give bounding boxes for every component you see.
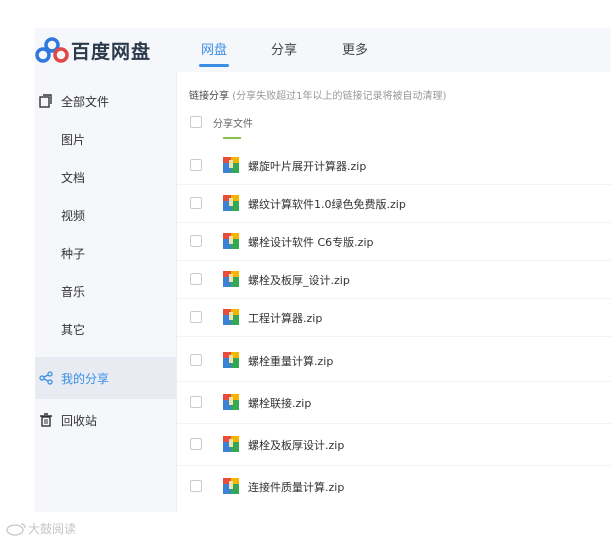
select-all-checkbox[interactable]: [190, 116, 202, 128]
file-list-panel: 链接分享 (分享失败超过1年以上的链接记录将被自动清理) 分享文件 螺旋叶片展开…: [176, 72, 611, 512]
row-checkbox[interactable]: [190, 273, 202, 285]
row-checkbox[interactable]: [190, 438, 202, 450]
file-name[interactable]: 工程计算器.zip: [248, 310, 322, 326]
share-icon: [39, 371, 53, 385]
sidebar: 全部文件 图片 文档 视频 种子 音乐 其它 我的分享 回收站: [35, 72, 176, 512]
sidebar-item-label: 音乐: [61, 284, 86, 299]
sidebar-item-images[interactable]: 图片: [35, 121, 176, 157]
folder-icon: [39, 94, 52, 108]
sidebar-item-label: 文档: [61, 170, 86, 185]
sidebar-item-videos[interactable]: 视频: [35, 197, 176, 233]
table-row[interactable]: 螺栓设计软件 C6专版.zip: [177, 222, 611, 261]
file-name[interactable]: 螺纹计算软件1.0绿色免费版.zip: [248, 196, 406, 212]
column-header-share-file: 分享文件: [213, 119, 253, 130]
row-checkbox[interactable]: [190, 354, 202, 366]
sidebar-item-other[interactable]: 其它: [35, 311, 176, 347]
watermark: 大鼓阅读: [6, 520, 76, 537]
watermark-text: 大鼓阅读: [28, 522, 77, 536]
table-row[interactable]: 螺栓及板厚_设计.zip: [177, 260, 611, 299]
table-row[interactable]: 工程计算器.zip: [177, 298, 611, 337]
sidebar-item-recycle-bin[interactable]: 回收站: [35, 402, 176, 438]
file-name[interactable]: 连接件质量计算.zip: [248, 479, 344, 495]
sidebar-item-my-share[interactable]: 我的分享: [35, 357, 176, 399]
zip-file-icon: [223, 309, 239, 325]
sidebar-item-music[interactable]: 音乐: [35, 273, 176, 309]
file-name[interactable]: 螺栓联接.zip: [248, 395, 311, 411]
tab-more[interactable]: 更多: [342, 39, 368, 58]
table-row[interactable]: 螺栓重量计算.zip: [177, 339, 611, 382]
zip-file-icon: [223, 436, 239, 452]
row-checkbox[interactable]: [190, 480, 202, 492]
file-name[interactable]: 螺栓重量计算.zip: [248, 353, 333, 369]
sidebar-item-all-files[interactable]: 全部文件: [35, 83, 176, 119]
table-row[interactable]: 螺栓联接.zip: [177, 381, 611, 424]
row-checkbox[interactable]: [190, 197, 202, 209]
table-row[interactable]: 连接件质量计算.zip: [177, 465, 611, 507]
zip-file-icon: [223, 195, 239, 211]
breadcrumb-title: 链接分享: [189, 91, 229, 102]
weibo-icon: [6, 522, 26, 536]
zip-file-icon: [223, 478, 239, 494]
breadcrumb: 链接分享 (分享失败超过1年以上的链接记录将被自动清理): [189, 87, 446, 102]
file-name[interactable]: 螺栓及板厚_设计.zip: [248, 272, 350, 288]
sidebar-item-label: 图片: [61, 132, 86, 147]
tab-share[interactable]: 分享: [271, 39, 297, 58]
sidebar-item-label: 其它: [61, 322, 86, 337]
sidebar-item-documents[interactable]: 文档: [35, 159, 176, 195]
sidebar-item-label: 回收站: [61, 413, 98, 428]
netdisk-window: 百度网盘 网盘 分享 更多 全部文件 图片 文档 视频 种子 音乐 其它 我的分…: [35, 28, 611, 512]
sidebar-item-label: 种子: [61, 246, 86, 261]
sidebar-item-label: 视频: [61, 208, 86, 223]
tab-active-underline: [199, 64, 229, 67]
table-row[interactable]: 螺旋叶片展开计算器.zip: [177, 146, 611, 185]
logo: 百度网盘: [35, 36, 151, 64]
table-row[interactable]: 螺纹计算软件1.0绿色免费版.zip: [177, 184, 611, 223]
row-checkbox[interactable]: [190, 396, 202, 408]
logo-text: 百度网盘: [71, 40, 152, 63]
top-header: 百度网盘 网盘 分享 更多: [35, 28, 611, 72]
column-sort-indicator: [223, 137, 241, 139]
zip-file-icon: [223, 352, 239, 368]
zip-file-icon: [223, 394, 239, 410]
zip-file-icon: [223, 157, 239, 173]
table-row[interactable]: 螺栓及板厚设计.zip: [177, 423, 611, 466]
zip-file-icon: [223, 271, 239, 287]
cloud-logo-icon: [35, 37, 69, 63]
file-name[interactable]: 螺栓及板厚设计.zip: [248, 437, 344, 453]
row-checkbox[interactable]: [190, 311, 202, 323]
sidebar-item-label: 我的分享: [61, 371, 110, 386]
row-checkbox[interactable]: [190, 159, 202, 171]
trash-icon: [40, 413, 52, 427]
tab-netdisk[interactable]: 网盘: [201, 39, 227, 58]
zip-file-icon: [223, 233, 239, 249]
sidebar-item-label: 全部文件: [61, 94, 110, 109]
file-name[interactable]: 螺旋叶片展开计算器.zip: [248, 158, 366, 174]
row-checkbox[interactable]: [190, 235, 202, 247]
file-name[interactable]: 螺栓设计软件 C6专版.zip: [248, 234, 373, 250]
breadcrumb-note: (分享失败超过1年以上的链接记录将被自动清理): [232, 91, 447, 102]
sidebar-item-torrents[interactable]: 种子: [35, 235, 176, 271]
